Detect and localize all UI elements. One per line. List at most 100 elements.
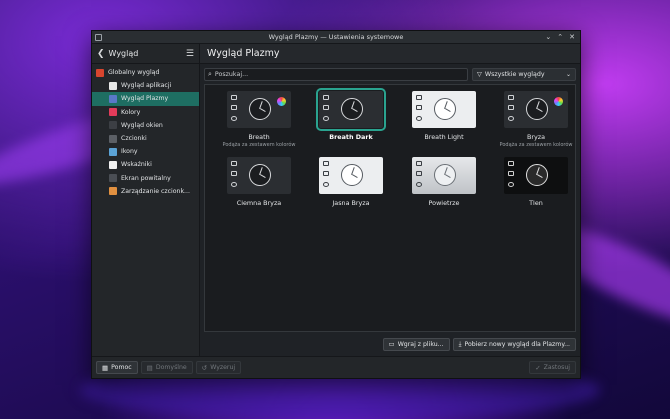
sidebar-item-label: Globalny wygląd bbox=[108, 69, 160, 77]
panel-widget-icon bbox=[323, 95, 329, 100]
help-icon: ▦ bbox=[102, 363, 109, 372]
sidebar-item-label: Wygląd aplikacji bbox=[121, 82, 172, 90]
theme-tile[interactable]: Powietrze bbox=[398, 157, 490, 207]
clock-icon bbox=[341, 164, 363, 186]
install-from-file-button[interactable]: ▭ Wgraj z pliku... bbox=[382, 337, 450, 351]
sidebar-item[interactable]: Wygląd aplikacji bbox=[92, 79, 199, 92]
theme-subtitle: Podąża za zestawem kolorów bbox=[222, 142, 296, 148]
footer: ▦ Pomoc ▤ Domyślne ↺ Wyzeruj ✓ Zastosuj bbox=[92, 356, 580, 378]
clock-icon bbox=[249, 164, 271, 186]
settings-window: Wygląd Plazmy — Ustawienia systemowe ⌄ ⌃… bbox=[91, 30, 581, 379]
theme-name: Breath Light bbox=[424, 133, 464, 141]
panel-widget-icon bbox=[416, 161, 422, 166]
sidebar-item[interactable]: Ikony bbox=[92, 145, 199, 158]
panel-widget-icon bbox=[323, 105, 329, 110]
theme-name: Breath bbox=[248, 133, 270, 141]
brush-icon bbox=[109, 81, 117, 90]
panel-widget-icon bbox=[231, 171, 237, 176]
plasma-icon bbox=[109, 94, 117, 103]
theme-tile[interactable]: Breath Podąża za zestawem kolorów bbox=[213, 91, 305, 148]
panel-widget-icon bbox=[416, 116, 422, 121]
clock-icon bbox=[434, 164, 456, 186]
theme-tile[interactable]: Breath Dark bbox=[305, 88, 397, 141]
theme-preview[interactable] bbox=[412, 157, 476, 194]
window-icon bbox=[109, 121, 117, 130]
panel-widget-icon bbox=[231, 161, 237, 166]
sidebar-item-label: Kolory bbox=[121, 108, 141, 116]
theme-subtitle: Podąża za zestawem kolorów bbox=[499, 142, 573, 148]
sidebar-item[interactable]: Czcionki bbox=[92, 132, 199, 145]
panel-widget-icon bbox=[508, 116, 514, 121]
panel-widget-icon bbox=[508, 161, 514, 166]
get-new-theme-button[interactable]: ⤓ Pobierz nowy wygląd dla Plazmy... bbox=[452, 337, 576, 351]
sidebar-item[interactable]: Globalny wygląd bbox=[92, 66, 199, 79]
sidebar-item-label: Czcionki bbox=[121, 135, 147, 143]
panel-widget-icon bbox=[508, 95, 514, 100]
sidebar-item[interactable]: Wskaźniki bbox=[92, 158, 199, 171]
sidebar-item-label: Zarządzanie czcionk... bbox=[121, 187, 190, 195]
panel-widget-icon bbox=[231, 116, 237, 121]
sidebar-item-label: Ekran powitalny bbox=[121, 174, 171, 182]
panel-widget-icon bbox=[508, 171, 514, 176]
panel-widget-icon bbox=[231, 95, 237, 100]
sidebar-item[interactable]: Wygląd okien bbox=[92, 119, 199, 132]
reset-button[interactable]: ↺ Wyzeruj bbox=[195, 361, 242, 374]
clock-icon bbox=[526, 164, 548, 186]
panel-widget-icon bbox=[508, 182, 514, 187]
filter-value: Wszystkie wyglądy bbox=[484, 70, 545, 78]
cursor-icon bbox=[109, 160, 117, 169]
panel-widget-icon bbox=[323, 182, 329, 187]
sidebar-item[interactable]: Wygląd Plazmy bbox=[92, 92, 199, 106]
theme-preview[interactable] bbox=[504, 157, 568, 194]
sidebar-item-label: Ikony bbox=[121, 148, 138, 156]
theme-name: Jasna Bryza bbox=[332, 199, 370, 207]
theme-preview[interactable] bbox=[412, 91, 476, 128]
font-manager-icon bbox=[109, 187, 117, 196]
help-button[interactable]: ▦ Pomoc bbox=[96, 361, 138, 374]
apply-button[interactable]: ✓ Zastosuj bbox=[529, 361, 576, 374]
search-input[interactable]: ⌕ Poszukaj... bbox=[204, 67, 468, 81]
theme-tile[interactable]: Jasna Bryza bbox=[305, 157, 397, 207]
undo-icon: ↺ bbox=[201, 363, 208, 372]
theme-name: Ciemna Bryza bbox=[236, 199, 282, 207]
theme-tile[interactable]: Breath Light bbox=[398, 91, 490, 141]
theme-tile[interactable]: Tlen bbox=[490, 157, 582, 207]
theme-preview[interactable] bbox=[227, 91, 291, 128]
clock-icon bbox=[526, 98, 548, 120]
panel-widget-icon bbox=[416, 182, 422, 187]
panel-widget-icon bbox=[231, 105, 237, 110]
theme-tile[interactable]: Bryza Podąża za zestawem kolorów bbox=[490, 91, 582, 148]
hamburger-menu-icon[interactable]: ☰ bbox=[186, 49, 194, 59]
theme-preview[interactable] bbox=[227, 157, 291, 194]
sidebar-item-label: Wygląd Plazmy bbox=[121, 95, 169, 103]
color-wheel-icon bbox=[554, 97, 563, 106]
window-title: Wygląd Plazmy — Ustawienia systemowe bbox=[268, 33, 404, 41]
title-bar[interactable]: Wygląd Plazmy — Ustawienia systemowe ⌄ ⌃… bbox=[92, 31, 580, 44]
sidebar-item-label: Wskaźniki bbox=[121, 161, 152, 169]
back-arrow-icon[interactable]: ❮ bbox=[97, 49, 105, 59]
filter-dropdown[interactable]: ▽ Wszystkie wyglądy ⌄ bbox=[472, 67, 576, 81]
install-bar: ▭ Wgraj z pliku... ⤓ Pobierz nowy wygląd… bbox=[200, 332, 580, 356]
sidebar-item[interactable]: Ekran powitalny bbox=[92, 172, 199, 185]
theme-name: Powietrze bbox=[428, 199, 460, 207]
panel-widget-icon bbox=[323, 171, 329, 176]
color-wheel-icon bbox=[277, 97, 286, 106]
filter-icon: ▽ bbox=[477, 70, 482, 78]
theme-preview[interactable] bbox=[319, 157, 383, 194]
sidebar-item[interactable]: Zarządzanie czcionk... bbox=[92, 185, 199, 198]
icons-icon bbox=[109, 147, 117, 156]
theme-preview[interactable] bbox=[316, 88, 386, 131]
panel-widget-icon bbox=[323, 116, 329, 121]
main-panel: Wygląd Plazmy ⌕ Poszukaj... ▽ Wszystkie … bbox=[200, 44, 580, 356]
theme-tile[interactable]: Ciemna Bryza bbox=[213, 157, 305, 207]
panel-widget-icon bbox=[416, 95, 422, 100]
theme-preview[interactable] bbox=[504, 91, 568, 128]
search-placeholder: Poszukaj... bbox=[214, 70, 249, 78]
defaults-button[interactable]: ▤ Domyślne bbox=[140, 361, 193, 374]
sidebar-item[interactable]: Kolory bbox=[92, 106, 199, 119]
font-icon bbox=[109, 134, 117, 143]
search-icon: ⌕ bbox=[208, 69, 212, 78]
clock-icon bbox=[434, 98, 456, 120]
sidebar-nav: Globalny wygląd Wygląd aplikacji Wygląd Pl… bbox=[92, 64, 199, 198]
toolbar: ⌕ Poszukaj... ▽ Wszystkie wyglądy ⌄ bbox=[200, 64, 580, 84]
